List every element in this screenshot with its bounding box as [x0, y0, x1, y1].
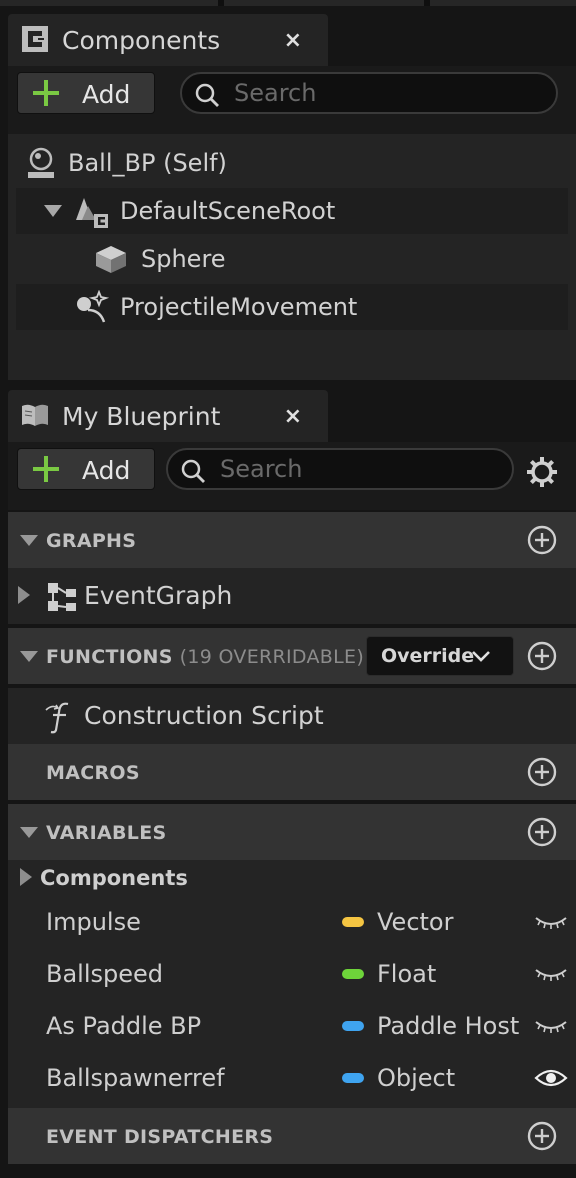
- components-search[interactable]: [180, 72, 558, 114]
- section-label: FUNCTIONS (19 OVERRIDABLE): [46, 646, 364, 668]
- components-toolbar: Add: [8, 66, 576, 134]
- add-button-label: Add: [82, 80, 131, 109]
- override-label: Override: [381, 645, 475, 667]
- section-macros[interactable]: MACROS: [8, 744, 576, 800]
- function-icon: [45, 702, 69, 734]
- type-color-pill: [342, 969, 364, 979]
- eye-open-icon[interactable]: [534, 1066, 568, 1090]
- scene-root-icon: [76, 198, 108, 228]
- add-circle-icon[interactable]: [526, 756, 558, 788]
- add-circle-icon[interactable]: [526, 524, 558, 556]
- book-icon: [22, 404, 48, 426]
- variable-type[interactable]: Object: [377, 1064, 523, 1092]
- static-mesh-cube-icon: [96, 246, 126, 273]
- section-label: VARIABLES: [46, 822, 167, 844]
- variable-name: Ballspawnerref: [46, 1064, 225, 1092]
- add-button-label: Add: [82, 456, 131, 485]
- variable-row[interactable]: As Paddle BP Paddle Host: [8, 1000, 576, 1052]
- my-blueprint-tab[interactable]: My Blueprint ×: [8, 390, 328, 442]
- close-icon[interactable]: ×: [284, 28, 302, 53]
- tree-item-projectile-movement[interactable]: ProjectileMovement: [16, 284, 568, 330]
- blueprint-search[interactable]: [166, 448, 514, 490]
- category-label: Components: [40, 866, 188, 890]
- actor-self-icon: [28, 147, 54, 178]
- variables-list: Components Impulse Vector Ballspeed Floa…: [8, 860, 576, 1108]
- variable-type[interactable]: Float: [377, 960, 523, 988]
- function-item-construction-script[interactable]: Construction Script: [8, 688, 576, 744]
- tree-item-label: Ball_BP (Self): [68, 149, 227, 177]
- section-functions[interactable]: FUNCTIONS (19 OVERRIDABLE) Override: [8, 628, 576, 684]
- my-blueprint-tab-title: My Blueprint: [62, 401, 221, 431]
- components-icon: [22, 26, 48, 52]
- section-label: GRAPHS: [46, 530, 137, 552]
- section-label: MACROS: [46, 762, 140, 784]
- close-icon[interactable]: ×: [284, 404, 302, 429]
- plus-icon: [33, 456, 59, 482]
- tree-item-label: ProjectileMovement: [120, 293, 358, 321]
- eye-closed-icon[interactable]: [534, 910, 568, 934]
- event-graph-icon: [48, 583, 76, 611]
- add-circle-icon[interactable]: [526, 640, 558, 672]
- blueprint-add-button[interactable]: Add: [17, 448, 155, 490]
- type-color-pill: [342, 1021, 364, 1031]
- tab-strip-segment: [430, 0, 576, 6]
- override-dropdown[interactable]: Override: [366, 636, 514, 676]
- tree-item-sphere[interactable]: Sphere: [16, 236, 568, 282]
- top-tab-strip: [0, 0, 576, 6]
- section-label: EVENT DISPATCHERS: [46, 1126, 274, 1148]
- eye-closed-icon[interactable]: [534, 1014, 568, 1038]
- variable-category-components[interactable]: Components: [8, 860, 576, 898]
- tree-item-self[interactable]: Ball_BP (Self): [16, 140, 568, 186]
- chevron-down-icon: [472, 651, 490, 662]
- tree-item-label: DefaultSceneRoot: [120, 197, 336, 225]
- chevron-right-icon[interactable]: [18, 586, 30, 604]
- variable-type[interactable]: Paddle Host: [377, 1012, 523, 1040]
- components-search-input[interactable]: [234, 78, 514, 108]
- chevron-down-icon[interactable]: [20, 535, 38, 546]
- components-tab-title: Components: [62, 25, 221, 55]
- chevron-right-icon[interactable]: [20, 868, 32, 886]
- type-color-pill: [342, 1073, 364, 1083]
- variable-name: Impulse: [46, 908, 141, 936]
- graph-item-label: EventGraph: [84, 581, 233, 610]
- add-circle-icon[interactable]: [526, 816, 558, 848]
- overridable-count: (19 OVERRIDABLE): [179, 646, 365, 668]
- variable-name: As Paddle BP: [46, 1012, 202, 1040]
- section-event-dispatchers[interactable]: EVENT DISPATCHERS: [8, 1108, 576, 1164]
- variable-name: Ballspeed: [46, 960, 164, 988]
- add-circle-icon[interactable]: [526, 1120, 558, 1152]
- variable-type[interactable]: Vector: [377, 908, 523, 936]
- plus-icon: [33, 80, 59, 106]
- components-tab[interactable]: Components ×: [8, 14, 328, 66]
- variable-row[interactable]: Ballspeed Float: [8, 948, 576, 1000]
- function-item-label: Construction Script: [84, 701, 324, 730]
- components-panel: Add Ball_BP (Self) DefaultSceneRoot: [8, 66, 576, 380]
- tab-strip-segment: [0, 0, 218, 6]
- tab-strip-segment: [224, 0, 424, 6]
- functions-label: FUNCTIONS: [46, 646, 173, 668]
- tree-item-label: Sphere: [141, 245, 226, 273]
- variable-row[interactable]: Impulse Vector: [8, 896, 576, 948]
- chevron-down-icon[interactable]: [20, 827, 38, 838]
- gear-icon[interactable]: [526, 456, 558, 488]
- blueprint-search-input[interactable]: [220, 454, 500, 484]
- search-icon: [181, 459, 205, 483]
- variable-row[interactable]: Ballspawnerref Object: [8, 1052, 576, 1104]
- chevron-down-icon[interactable]: [20, 651, 38, 662]
- graph-item-eventgraph[interactable]: EventGraph: [8, 568, 576, 624]
- blueprint-toolbar: Add: [8, 442, 576, 510]
- components-add-button[interactable]: Add: [17, 72, 155, 114]
- projectile-movement-icon: [77, 290, 110, 323]
- tree-item-default-scene-root[interactable]: DefaultSceneRoot: [16, 188, 568, 234]
- section-graphs[interactable]: GRAPHS: [8, 512, 576, 568]
- type-color-pill: [342, 917, 364, 927]
- eye-closed-icon[interactable]: [534, 962, 568, 986]
- search-icon: [195, 83, 219, 107]
- section-variables[interactable]: VARIABLES: [8, 804, 576, 860]
- chevron-down-icon[interactable]: [44, 205, 62, 217]
